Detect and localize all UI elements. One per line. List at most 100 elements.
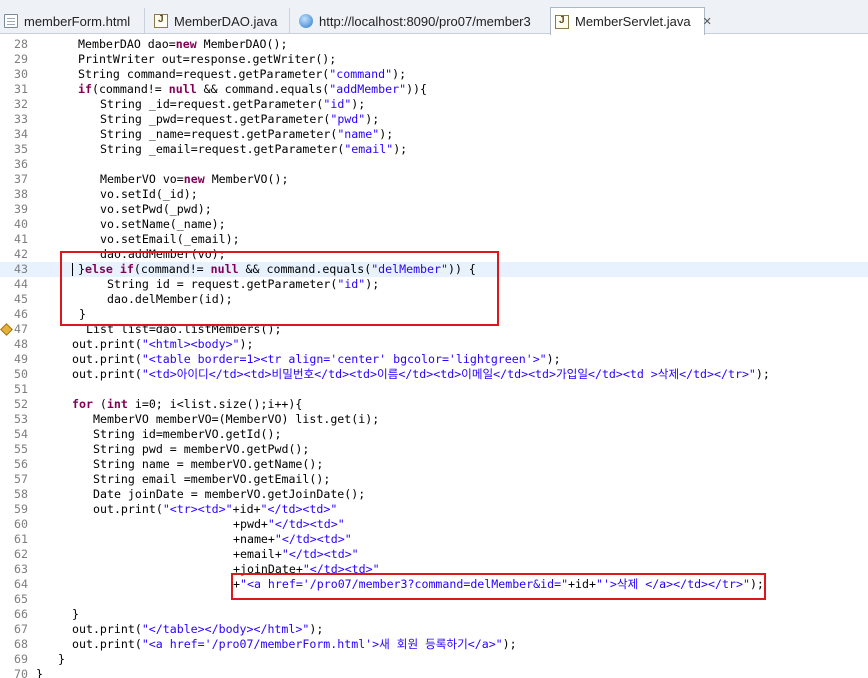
code-line[interactable]: 62 +email+"</td><td>" xyxy=(0,547,868,562)
code-line[interactable]: 58 Date joinDate = memberVO.getJoinDate()… xyxy=(0,487,868,502)
code-text: String pwd = memberVO.getPwd(); xyxy=(93,442,310,456)
code-text: String _pwd=request.getParameter("pwd"); xyxy=(100,112,380,126)
code-line[interactable]: 61 +name+"</td><td>" xyxy=(0,532,868,547)
code-line[interactable]: 35 String _email=request.getParameter("em… xyxy=(0,142,868,157)
code-line[interactable]: 56 String name = memberVO.getName(); xyxy=(0,457,868,472)
line-number: 29 xyxy=(14,52,28,66)
line-number: 43 xyxy=(14,262,28,276)
code-text: String id=memberVO.getId(); xyxy=(93,427,282,441)
code-text: vo.setName(_name); xyxy=(100,217,226,231)
code-text: PrintWriter out=response.getWriter(); xyxy=(78,52,337,66)
code-text: +email+"</td><td>" xyxy=(233,547,359,561)
line-number: 34 xyxy=(14,127,28,141)
tab-label: memberForm.html xyxy=(24,13,131,29)
code-line[interactable]: 68 out.print("<a href='/pro07/memberForm.… xyxy=(0,637,868,652)
line-number: 70 xyxy=(14,667,28,678)
close-icon[interactable]: ✕ xyxy=(703,15,712,28)
code-line[interactable]: 49 out.print("<table border=1><tr align='… xyxy=(0,352,868,367)
code-line[interactable]: 39 vo.setPwd(_pwd); xyxy=(0,202,868,217)
line-number: 51 xyxy=(14,382,28,396)
line-number: 61 xyxy=(14,532,28,546)
code-line[interactable]: 48 out.print("<html><body>"); xyxy=(0,337,868,352)
code-text: Date joinDate = memberVO.getJoinDate(); xyxy=(93,487,366,501)
code-text: String command=request.getParameter("com… xyxy=(78,67,407,81)
line-number: 63 xyxy=(14,562,28,576)
code-line[interactable]: 30 String command=request.getParameter("c… xyxy=(0,67,868,82)
code-text: vo.setEmail(_email); xyxy=(100,232,240,246)
code-line[interactable]: 66} xyxy=(0,607,868,622)
code-line[interactable]: 40 vo.setName(_name); xyxy=(0,217,868,232)
line-number: 35 xyxy=(14,142,28,156)
code-line[interactable]: 37 MemberVO vo=new MemberVO(); xyxy=(0,172,868,187)
code-line[interactable]: 29 PrintWriter out=response.getWriter(); xyxy=(0,52,868,67)
web-browser-icon xyxy=(299,14,313,28)
code-text: } xyxy=(72,607,79,621)
code-text: String _name=request.getParameter("name"… xyxy=(100,127,394,141)
code-text: String name = memberVO.getName(); xyxy=(93,457,324,471)
tab-browser-member3[interactable]: http://localhost:8090/pro07/member3 xyxy=(295,8,545,34)
code-line[interactable]: 33 String _pwd=request.getParameter("pwd"… xyxy=(0,112,868,127)
line-number: 49 xyxy=(14,352,28,366)
code-text: out.print("</table></body></html>"); xyxy=(72,622,324,636)
code-text: } xyxy=(58,652,65,666)
line-number: 54 xyxy=(14,427,28,441)
delete-link-highlight xyxy=(231,573,766,600)
html-file-icon xyxy=(4,14,18,28)
code-text: out.print("<table border=1><tr align='ce… xyxy=(72,352,561,366)
tab-label: MemberServlet.java xyxy=(575,14,691,29)
code-text: String _id=request.getParameter("id"); xyxy=(100,97,366,111)
delmember-branch-highlight xyxy=(60,251,499,326)
code-text: String _email=request.getParameter("emai… xyxy=(100,142,408,156)
line-number: 69 xyxy=(14,652,28,666)
code-text: +pwd+"</td><td>" xyxy=(233,517,345,531)
warning-marker-icon[interactable] xyxy=(0,322,11,335)
code-line[interactable]: 38 vo.setId(_id); xyxy=(0,187,868,202)
java-file-icon xyxy=(555,14,569,29)
code-text: if(command!= null && command.equals("add… xyxy=(78,82,428,96)
tab-memberdao-java[interactable]: MemberDAO.java xyxy=(150,8,290,34)
line-number: 36 xyxy=(14,157,28,171)
code-text: String email =memberVO.getEmail(); xyxy=(93,472,331,486)
code-text: vo.setPwd(_pwd); xyxy=(100,202,212,216)
line-number: 62 xyxy=(14,547,28,561)
line-number: 46 xyxy=(14,307,28,321)
code-line[interactable]: 50 out.print("<td>아이디</td><td>비밀번호</td><t… xyxy=(0,367,868,382)
line-number: 64 xyxy=(14,577,28,591)
line-number: 68 xyxy=(14,637,28,651)
code-line[interactable]: 34 String _name=request.getParameter("nam… xyxy=(0,127,868,142)
code-line[interactable]: 59 out.print("<tr><td>"+id+"</td><td>" xyxy=(0,502,868,517)
code-line[interactable]: 31 if(command!= null && command.equals("a… xyxy=(0,82,868,97)
line-number: 44 xyxy=(14,277,28,291)
line-number: 48 xyxy=(14,337,28,351)
code-line[interactable]: 28 MemberDAO dao=new MemberDAO(); xyxy=(0,37,868,52)
code-text: MemberVO memberVO=(MemberVO) list.get(i)… xyxy=(93,412,380,426)
code-line[interactable]: 41 vo.setEmail(_email); xyxy=(0,232,868,247)
code-line[interactable]: 60 +pwd+"</td><td>" xyxy=(0,517,868,532)
line-number: 31 xyxy=(14,82,28,96)
line-number: 37 xyxy=(14,172,28,186)
code-line[interactable]: 69} xyxy=(0,652,868,667)
code-line[interactable]: 67 out.print("</table></body></html>"); xyxy=(0,622,868,637)
code-line[interactable]: 36 xyxy=(0,157,868,172)
line-number: 39 xyxy=(14,202,28,216)
code-line[interactable]: 55 String pwd = memberVO.getPwd(); xyxy=(0,442,868,457)
tab-memberform-html[interactable]: memberForm.html xyxy=(0,8,145,34)
line-number: 41 xyxy=(14,232,28,246)
code-line[interactable]: 52 for (int i=0; i<list.size();i++){ xyxy=(0,397,868,412)
code-text: out.print("<a href='/pro07/memberForm.ht… xyxy=(72,637,517,651)
code-line[interactable]: 53 MemberVO memberVO=(MemberVO) list.get(… xyxy=(0,412,868,427)
tab-memberservlet-java[interactable]: MemberServlet.java ✕ xyxy=(550,7,712,35)
code-line[interactable]: 57 String email =memberVO.getEmail(); xyxy=(0,472,868,487)
line-number: 55 xyxy=(14,442,28,456)
line-number: 56 xyxy=(14,457,28,471)
code-line[interactable]: 70} xyxy=(0,667,868,678)
code-line[interactable]: 51 xyxy=(0,382,868,397)
line-number: 59 xyxy=(14,502,28,516)
line-number: 28 xyxy=(14,37,28,51)
code-line[interactable]: 32 String _id=request.getParameter("id"); xyxy=(0,97,868,112)
line-number: 45 xyxy=(14,292,28,306)
code-text: vo.setId(_id); xyxy=(100,187,198,201)
line-number: 65 xyxy=(14,592,28,606)
line-number: 33 xyxy=(14,112,28,126)
code-line[interactable]: 54 String id=memberVO.getId(); xyxy=(0,427,868,442)
